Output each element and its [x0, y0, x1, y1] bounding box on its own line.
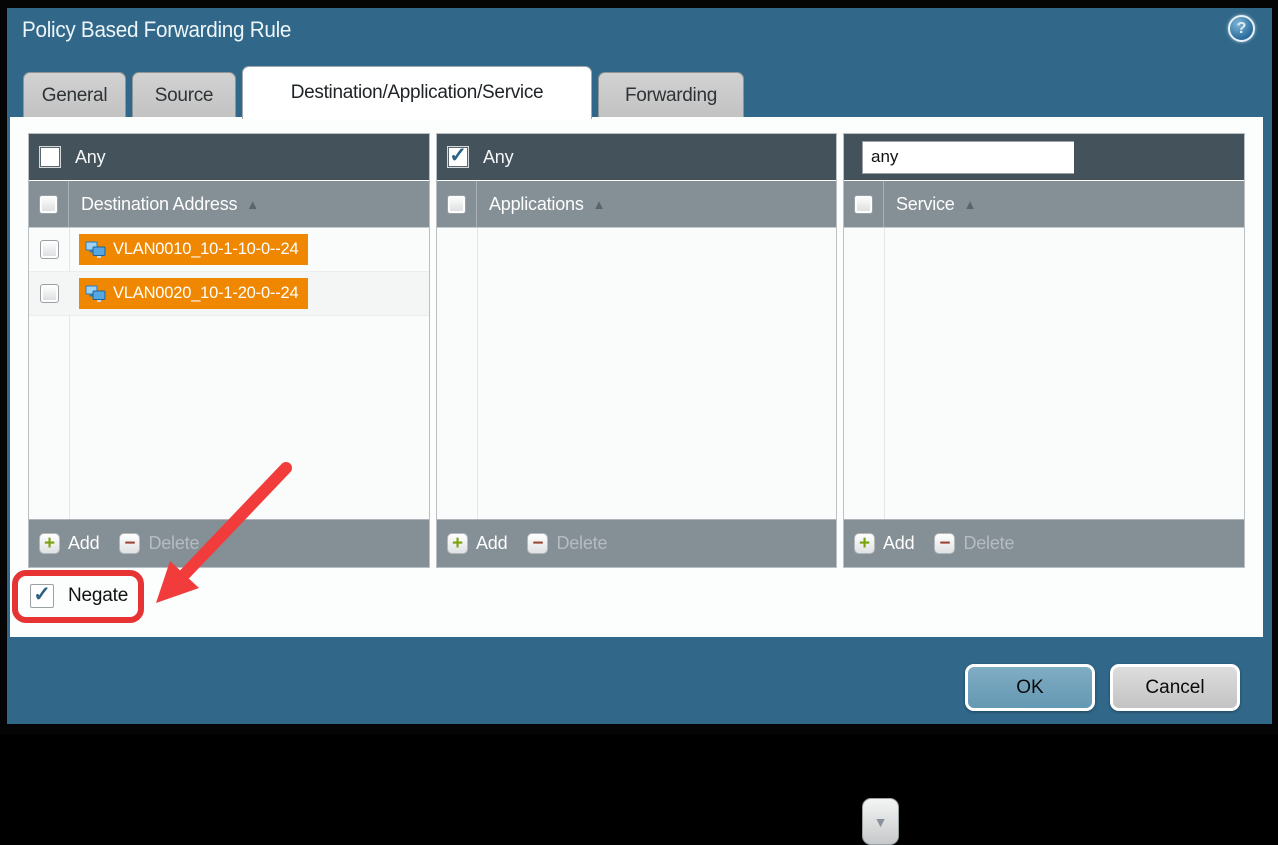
service-dropdown[interactable]: any ▼: [862, 141, 1074, 174]
chevron-down-icon[interactable]: ▼: [862, 798, 899, 845]
minus-icon: −: [527, 533, 548, 554]
tab-destination-application-service[interactable]: Destination/Application/Service: [242, 66, 592, 119]
applications-any-checkbox[interactable]: [447, 146, 469, 168]
row-checkbox[interactable]: [40, 240, 59, 259]
service-header[interactable]: Service: [896, 194, 955, 215]
minus-icon: −: [119, 533, 140, 554]
applications-footer-bar: + Add − Delete: [437, 519, 836, 567]
service-list: [844, 227, 1244, 519]
pbf-rule-dialog: Policy Based Forwarding Rule ? General S…: [0, 0, 1278, 734]
service-footer-bar: + Add − Delete: [844, 519, 1244, 567]
tab-content-panel: Any Destination Address ▲: [10, 117, 1263, 637]
table-row[interactable]: VLAN0010_10-1-10-0--24: [29, 228, 429, 272]
plus-icon: +: [447, 533, 468, 554]
negate-row: Negate: [30, 584, 128, 608]
destination-any-bar: Any: [29, 134, 429, 180]
address-object-chip[interactable]: VLAN0010_10-1-10-0--24: [79, 234, 308, 265]
sort-ascending-icon[interactable]: ▲: [246, 197, 259, 212]
add-button[interactable]: + Add: [447, 533, 507, 554]
plus-icon: +: [39, 533, 60, 554]
tab-forwarding[interactable]: Forwarding: [598, 72, 744, 118]
minus-icon: −: [934, 533, 955, 554]
applications-column: Any Applications ▲ + Add − Delete: [436, 133, 837, 568]
negate-label: Negate: [68, 585, 128, 607]
address-object-chip[interactable]: VLAN0020_10-1-20-0--24: [79, 278, 308, 309]
dialog-title: Policy Based Forwarding Rule: [22, 17, 291, 43]
applications-list: [437, 227, 836, 519]
cancel-button[interactable]: Cancel: [1110, 664, 1240, 711]
destination-select-all-checkbox[interactable]: [39, 195, 58, 214]
service-column: any ▼ Service ▲ + Add − Delete: [843, 133, 1245, 568]
applications-any-bar: Any: [437, 134, 836, 180]
destination-address-list: VLAN0010_10-1-10-0--24 VLAN: [29, 227, 429, 519]
service-dropdown-value: any: [862, 141, 1074, 174]
delete-button[interactable]: − Delete: [527, 533, 607, 554]
applications-header-bar: Applications ▲: [437, 180, 836, 227]
address-object-label: VLAN0020_10-1-20-0--24: [113, 284, 298, 303]
tab-general[interactable]: General: [23, 72, 126, 118]
add-button[interactable]: + Add: [854, 533, 914, 554]
destination-footer-bar: + Add − Delete: [29, 519, 429, 567]
address-object-label: VLAN0010_10-1-10-0--24: [113, 240, 298, 259]
applications-any-label: Any: [483, 147, 513, 168]
ok-button[interactable]: OK: [965, 664, 1095, 711]
delete-button[interactable]: − Delete: [119, 533, 199, 554]
sort-ascending-icon[interactable]: ▲: [593, 197, 606, 212]
destination-address-header-bar: Destination Address ▲: [29, 180, 429, 227]
help-icon[interactable]: ?: [1228, 15, 1255, 42]
row-checkbox[interactable]: [40, 284, 59, 303]
tab-source[interactable]: Source: [132, 72, 236, 118]
service-select-all-checkbox[interactable]: [854, 195, 873, 214]
destination-any-label: Any: [75, 147, 105, 168]
service-header-bar: Service ▲: [844, 180, 1244, 227]
network-address-icon: [85, 285, 106, 303]
table-row[interactable]: VLAN0020_10-1-20-0--24: [29, 272, 429, 316]
destination-address-column: Any Destination Address ▲: [28, 133, 430, 568]
destination-any-checkbox[interactable]: [39, 146, 61, 168]
destination-address-header[interactable]: Destination Address: [81, 194, 237, 215]
service-any-bar: any ▼: [844, 134, 1244, 180]
applications-select-all-checkbox[interactable]: [447, 195, 466, 214]
add-button[interactable]: + Add: [39, 533, 99, 554]
network-address-icon: [85, 241, 106, 259]
applications-header[interactable]: Applications: [489, 194, 584, 215]
sort-ascending-icon[interactable]: ▲: [964, 197, 977, 212]
negate-checkbox[interactable]: [30, 584, 54, 608]
plus-icon: +: [854, 533, 875, 554]
delete-button[interactable]: − Delete: [934, 533, 1014, 554]
